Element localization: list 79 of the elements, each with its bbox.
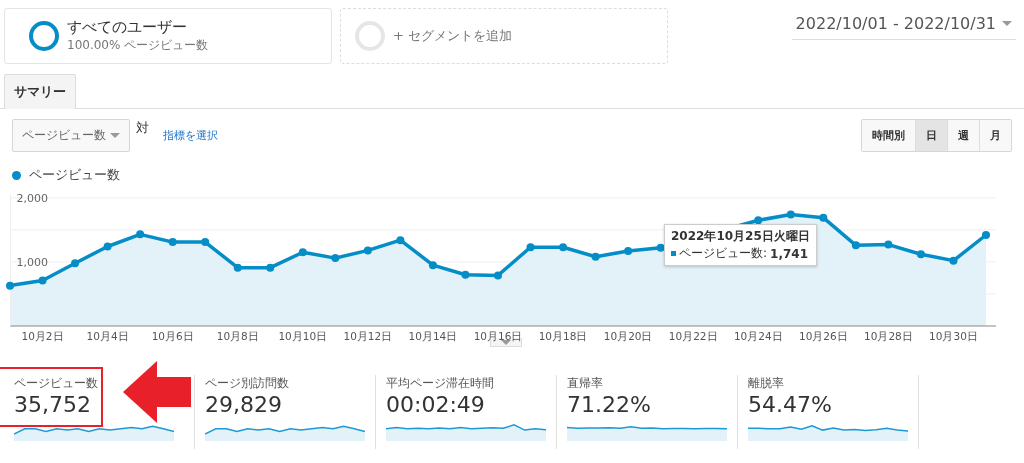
y-axis-label: 2,000 bbox=[16, 191, 48, 205]
data-point[interactable] bbox=[884, 240, 893, 249]
x-axis-label: 10月18日 bbox=[538, 330, 588, 342]
x-axis-label: 10月24日 bbox=[733, 330, 783, 342]
x-axis-label: 10月8日 bbox=[216, 330, 259, 342]
data-point[interactable] bbox=[949, 256, 958, 265]
circle-icon bbox=[29, 21, 59, 51]
arrow-icon bbox=[123, 361, 191, 423]
data-point[interactable] bbox=[428, 261, 437, 270]
granularity-button[interactable]: 日 bbox=[915, 120, 947, 151]
data-point[interactable] bbox=[656, 243, 665, 252]
date-range-picker[interactable]: 2022/10/01 - 2022/10/31 bbox=[791, 11, 1016, 40]
metric-label: 直帰率 bbox=[567, 375, 604, 392]
granularity-button[interactable]: 週 bbox=[947, 120, 979, 151]
x-axis-label: 10月2日 bbox=[21, 330, 64, 342]
data-point[interactable] bbox=[331, 254, 340, 263]
series-square-icon bbox=[671, 251, 676, 256]
metric-value: 54.47% bbox=[748, 392, 833, 417]
x-axis-label: 10月14日 bbox=[408, 330, 458, 342]
data-point[interactable] bbox=[786, 210, 795, 219]
x-axis-label: 10月26日 bbox=[798, 330, 848, 342]
metric-label: 離脱率 bbox=[748, 375, 785, 392]
data-point[interactable] bbox=[71, 259, 80, 268]
tab[interactable]: サマリー bbox=[4, 74, 76, 109]
segment-subtitle: 100.00% ページビュー数 bbox=[67, 37, 209, 54]
data-point[interactable] bbox=[819, 213, 828, 222]
granularity-button[interactable]: 時間別 bbox=[862, 120, 915, 151]
tooltip-title: 2022年10月25日火曜日 bbox=[671, 228, 810, 245]
tooltip-value: 1,741 bbox=[770, 246, 808, 261]
data-point[interactable] bbox=[266, 263, 275, 272]
data-point[interactable] bbox=[754, 216, 763, 225]
caret-icon bbox=[110, 133, 120, 138]
data-point[interactable] bbox=[526, 243, 535, 252]
select-metric-link[interactable]: 指標を選択 bbox=[163, 128, 218, 143]
x-axis-label: 10月30日 bbox=[929, 330, 978, 342]
metric-label: ページビュー数 bbox=[14, 375, 99, 392]
add-segment-button[interactable]: + セグメントを追加 bbox=[340, 8, 668, 64]
data-point[interactable] bbox=[494, 271, 502, 280]
x-axis-label: 10月4日 bbox=[86, 330, 129, 342]
data-point[interactable] bbox=[916, 250, 925, 259]
data-point[interactable] bbox=[168, 238, 177, 247]
metric-label: ページ別訪問数 bbox=[205, 375, 290, 392]
x-axis-label: 10月22日 bbox=[668, 330, 718, 342]
data-point[interactable] bbox=[6, 281, 14, 290]
data-point[interactable] bbox=[982, 231, 990, 239]
metric-value: 00:02:49 bbox=[386, 392, 486, 417]
granularity-button[interactable]: 月 bbox=[979, 120, 1011, 151]
versus-label: 対 bbox=[136, 119, 149, 137]
metric-dropdown[interactable]: ページビュー数 bbox=[12, 119, 130, 152]
data-point[interactable] bbox=[298, 248, 307, 257]
x-axis-label: 10月6日 bbox=[151, 330, 194, 342]
data-point[interactable] bbox=[103, 242, 112, 251]
x-axis-label: 10月12日 bbox=[343, 330, 393, 342]
data-point[interactable] bbox=[851, 241, 860, 250]
caret-icon bbox=[1002, 21, 1012, 26]
x-axis-label: 10月10日 bbox=[278, 330, 328, 342]
metric-value: 71.22% bbox=[567, 392, 652, 417]
data-point[interactable] bbox=[136, 230, 145, 239]
data-point[interactable] bbox=[559, 243, 568, 252]
segment-card[interactable]: すべてのユーザー 100.00% ページビュー数 bbox=[4, 8, 332, 64]
data-point[interactable] bbox=[396, 236, 405, 245]
data-point[interactable] bbox=[624, 247, 633, 256]
data-point[interactable] bbox=[38, 276, 47, 285]
circle-icon bbox=[355, 21, 385, 51]
data-point[interactable] bbox=[201, 238, 210, 247]
data-point[interactable] bbox=[233, 263, 242, 272]
tooltip-label: ページビュー数: bbox=[679, 245, 768, 262]
segment-title: すべてのユーザー bbox=[67, 18, 188, 37]
y-axis-label: 1,000 bbox=[16, 255, 48, 269]
data-point[interactable] bbox=[363, 246, 372, 255]
metric-value: 29,829 bbox=[205, 392, 283, 417]
data-point[interactable] bbox=[461, 270, 470, 279]
metric-label: 平均ページ滞在時間 bbox=[386, 375, 495, 392]
metric-value: 35,752 bbox=[14, 392, 92, 417]
x-axis-label: 10月20日 bbox=[603, 330, 653, 342]
x-axis-label: 10月16日 bbox=[473, 330, 523, 342]
legend-label: ページビュー数 bbox=[29, 166, 120, 184]
x-axis-label: 10月28日 bbox=[864, 330, 913, 342]
data-point[interactable] bbox=[591, 252, 600, 261]
